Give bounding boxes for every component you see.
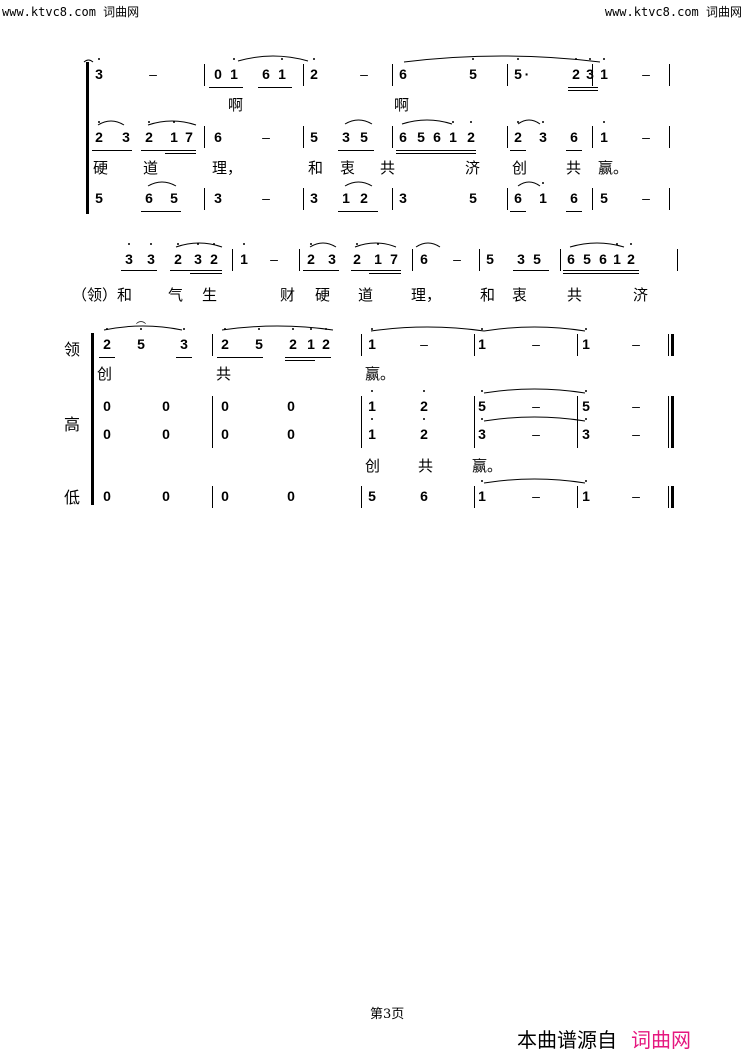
slur [221,325,334,331]
slur [569,242,625,248]
slur [344,181,373,187]
slur [483,478,586,484]
slur [237,55,309,62]
slur [344,119,373,125]
slur [147,181,177,187]
slur [415,242,441,248]
source-prefix: 本曲谱源自 [517,1028,617,1052]
slurs [83,55,625,484]
slur [483,388,586,394]
page-number: 第3页 [370,1007,405,1022]
slur [354,242,397,248]
slur [370,326,485,332]
slur [517,119,541,125]
slur [483,326,586,332]
slur [175,242,223,248]
slur [83,59,94,63]
slur [309,242,337,248]
source-credit: 本曲谱源自 词曲网 [517,1024,691,1053]
source-brand: 词曲网 [631,1028,691,1052]
slur [517,181,541,187]
slur [103,325,183,331]
slur [401,119,453,125]
slur [97,120,125,126]
slur [483,416,586,422]
slur [147,120,197,126]
slur [403,55,601,63]
